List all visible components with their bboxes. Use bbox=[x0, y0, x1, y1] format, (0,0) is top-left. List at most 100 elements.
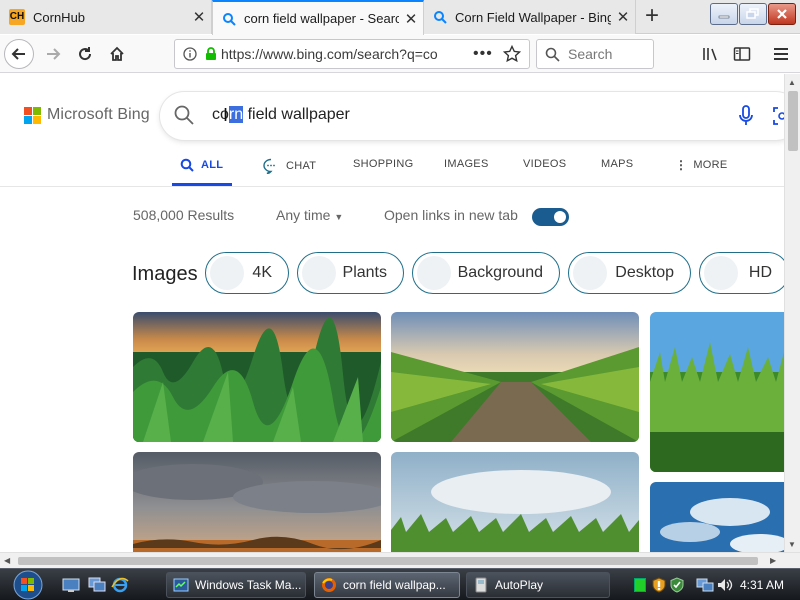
show-desktop-icon[interactable] bbox=[62, 577, 80, 598]
scope-images[interactable]: IMAGES bbox=[444, 158, 489, 170]
scope-maps[interactable]: MAPS bbox=[601, 158, 633, 170]
selected-text: rn bbox=[228, 106, 244, 123]
forward-arrow-icon bbox=[47, 48, 61, 60]
logo-text: Microsoft Bing bbox=[47, 106, 150, 123]
switch-windows-icon[interactable] bbox=[88, 577, 106, 598]
scroll-left-arrow-icon[interactable]: ◀ bbox=[4, 556, 10, 565]
firefox-icon bbox=[322, 578, 336, 592]
task-manager-icon bbox=[173, 578, 189, 592]
chip-thumbnail bbox=[704, 256, 738, 290]
page-actions-icon[interactable]: ••• bbox=[473, 45, 493, 63]
microphone-icon[interactable] bbox=[738, 105, 754, 132]
image-chip-background[interactable]: Background bbox=[412, 252, 560, 294]
image-chip-hd[interactable]: HD bbox=[699, 252, 784, 294]
scope-chat[interactable]: CHAT bbox=[262, 158, 316, 174]
start-button[interactable] bbox=[8, 569, 48, 600]
close-window-button[interactable] bbox=[768, 3, 796, 25]
reload-button[interactable] bbox=[70, 39, 100, 69]
forward-button[interactable] bbox=[38, 39, 68, 69]
tab-strip: CH CornHub ✕ corn field wallpaper - Sear… bbox=[0, 0, 800, 35]
menu-button[interactable] bbox=[766, 39, 796, 69]
scope-all[interactable]: ALL bbox=[180, 158, 223, 172]
close-tab-icon[interactable]: ✕ bbox=[187, 8, 211, 26]
text-cursor-icon: I bbox=[223, 105, 229, 125]
lock-icon bbox=[205, 47, 217, 61]
info-icon[interactable] bbox=[183, 47, 197, 61]
image-result[interactable] bbox=[133, 452, 381, 552]
search-icon bbox=[433, 10, 447, 24]
bing-search-box[interactable]: corn field wallpaper I bbox=[160, 92, 784, 140]
tab-search[interactable]: corn field wallpaper - Search ✕ bbox=[212, 0, 424, 35]
tab-cornhub[interactable]: CH CornHub ✕ bbox=[0, 0, 212, 34]
vertical-scrollbar[interactable]: ▲ ▼ bbox=[784, 74, 800, 552]
horizontal-scroll-thumb[interactable] bbox=[18, 557, 758, 565]
sidebar-icon bbox=[733, 47, 751, 61]
scope-divider bbox=[0, 186, 784, 187]
taskbar-item-task-manager[interactable]: Windows Task Ma... bbox=[166, 572, 306, 598]
close-tab-icon[interactable]: ✕ bbox=[611, 8, 635, 26]
more-vertical-icon: ⋮ bbox=[675, 158, 688, 172]
visual-search-icon[interactable] bbox=[772, 106, 784, 131]
taskbar-clock[interactable]: 4:31 AM bbox=[740, 578, 784, 592]
chip-thumbnail bbox=[417, 256, 451, 290]
autoplay-icon bbox=[475, 577, 487, 593]
microsoft-bing-logo[interactable]: Microsoft Bing bbox=[24, 106, 150, 124]
scope-videos[interactable]: VIDEOS bbox=[523, 158, 566, 170]
url-bar[interactable]: https://www.bing.com/search?q=co ••• bbox=[174, 39, 530, 69]
bookmark-star-icon[interactable] bbox=[502, 45, 521, 63]
bing-results-page: Microsoft Bing corn field wallpaper I AL… bbox=[0, 74, 784, 552]
green-status-icon[interactable] bbox=[634, 578, 646, 592]
chip-thumbnail bbox=[573, 256, 607, 290]
search-icon[interactable] bbox=[174, 105, 194, 130]
taskbar-item-autoplay[interactable]: AutoPlay bbox=[466, 572, 610, 598]
sidebar-button[interactable] bbox=[727, 39, 757, 69]
taskbar-item-firefox[interactable]: corn field wallpap... bbox=[314, 572, 460, 598]
search-placeholder: Search bbox=[568, 46, 613, 62]
new-tab-button[interactable]: + bbox=[638, 4, 666, 30]
open-links-label: Open links in new tab bbox=[384, 207, 518, 223]
internet-explorer-icon[interactable] bbox=[111, 576, 129, 599]
browser-search-field[interactable]: Search bbox=[536, 39, 654, 69]
cornhub-favicon-icon: CH bbox=[9, 9, 25, 25]
library-button[interactable] bbox=[696, 39, 726, 69]
close-tab-icon[interactable]: ✕ bbox=[399, 10, 423, 28]
image-result[interactable] bbox=[391, 452, 639, 552]
image-result[interactable] bbox=[650, 312, 784, 472]
image-chip-desktop[interactable]: Desktop bbox=[568, 252, 691, 294]
home-button[interactable] bbox=[102, 39, 132, 69]
checked-shield-icon[interactable] bbox=[670, 577, 684, 593]
close-icon bbox=[777, 9, 787, 19]
image-result[interactable] bbox=[391, 312, 639, 442]
image-result[interactable] bbox=[650, 482, 784, 552]
search-icon bbox=[180, 158, 194, 172]
time-filter-dropdown[interactable]: Any time ▼ bbox=[276, 207, 343, 223]
scope-shopping[interactable]: SHOPPING bbox=[353, 158, 413, 170]
minimize-button[interactable] bbox=[710, 3, 738, 25]
restore-button[interactable] bbox=[739, 3, 767, 25]
dropdown-caret-icon: ▼ bbox=[334, 212, 344, 222]
scroll-right-arrow-icon[interactable]: ▶ bbox=[770, 556, 776, 565]
open-links-toggle[interactable] bbox=[532, 208, 569, 226]
microsoft-logo-icon bbox=[24, 106, 41, 124]
network-icon[interactable] bbox=[696, 577, 714, 593]
search-query-input[interactable]: corn field wallpaper bbox=[212, 106, 350, 124]
back-button[interactable] bbox=[4, 39, 34, 69]
vertical-scroll-thumb[interactable] bbox=[788, 91, 798, 151]
tab-title: CornHub bbox=[33, 9, 86, 25]
security-shield-icon[interactable] bbox=[652, 577, 666, 593]
search-icon bbox=[545, 47, 560, 62]
windows-taskbar: Windows Task Ma... corn field wallpap...… bbox=[0, 568, 800, 600]
tab-title: corn field wallpaper - Search bbox=[244, 11, 399, 26]
chat-icon bbox=[263, 158, 275, 174]
volume-icon[interactable] bbox=[716, 577, 734, 593]
scope-more[interactable]: ⋮ MORE bbox=[675, 158, 728, 172]
image-result[interactable] bbox=[133, 312, 381, 442]
image-chip-plants[interactable]: Plants bbox=[297, 252, 404, 294]
search-icon bbox=[222, 12, 236, 26]
navigation-toolbar: https://www.bing.com/search?q=co ••• Sea… bbox=[0, 35, 800, 73]
scroll-down-arrow-icon[interactable]: ▼ bbox=[788, 540, 796, 549]
scroll-up-arrow-icon[interactable]: ▲ bbox=[788, 78, 796, 87]
image-chip-4k[interactable]: 4K bbox=[205, 252, 289, 294]
horizontal-scrollbar[interactable]: ◀ ▶ bbox=[0, 552, 800, 568]
tab-bing-images[interactable]: Corn Field Wallpaper - Bing I ✕ bbox=[424, 0, 636, 34]
